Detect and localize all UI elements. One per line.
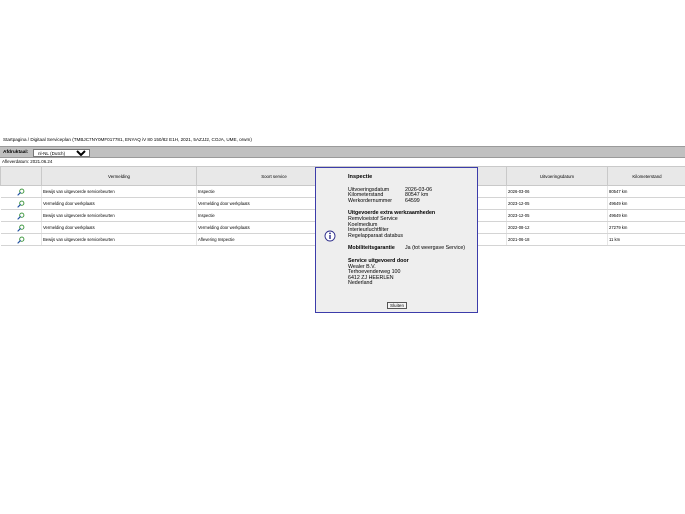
print-language-label: Afdruktaal: [3,150,29,155]
row-detail-cell[interactable] [0,209,42,222]
breadcrumb: Startpagina / Digitaal Serviceplan (TMBJ… [0,135,685,145]
row-uitvoeringsdatum: 2023-12-05 [506,209,608,222]
row-kilometerstand: 11 km [607,233,685,246]
popup-content: Inspectie Uitvoeringsdatum 2026-03-06 Kilo… [348,174,474,287]
popup-field-label: Werkordernummer [348,197,393,204]
print-language-toolbar: Afdruktaal: nl-NL (Dutch) [0,146,685,158]
row-kilometerstand: 49649 km [607,197,685,210]
row-detail-cell[interactable] [0,185,42,198]
row-kilometerstand: 49649 km [607,209,685,222]
popup-fields: Uitvoeringsdatum 2026-03-06 Kilometerstand… [348,187,474,205]
performed-by-line: Nederland [348,280,373,287]
close-button[interactable]: Sluiten [387,302,407,309]
row-vermelding: Vermelding door werkplaats [41,197,197,210]
row-detail-cell[interactable] [0,233,42,246]
header-vermelding: Vermelding [41,166,197,186]
header-icon-column [0,166,42,186]
service-detail-popup: Inspectie Uitvoeringsdatum 2026-03-06 Kilo… [315,167,478,313]
row-kilometerstand: 27279 km [607,221,685,234]
info-icon [324,230,336,242]
extra-work-list: Remvloeistof Service Koelmedium Interieurl… [348,216,474,239]
row-uitvoeringsdatum: 2023-12-05 [506,197,608,210]
magnifier-icon[interactable] [17,236,25,244]
mobility-guarantee-value: Ja (tot weergave Service) [405,245,466,252]
row-detail-cell[interactable] [0,197,42,210]
magnifier-icon[interactable] [17,212,25,220]
extra-work-item: Regelapparaat databus [348,232,404,239]
row-uitvoeringsdatum: 2021-06-18 [506,233,608,246]
mobility-guarantee-label: Mobiliteitsgarantie [348,245,395,252]
magnifier-icon[interactable] [17,200,25,208]
mobility-guarantee-row: Mobiliteitsgarantie Ja (tot weergave Ser… [348,246,474,252]
row-uitvoeringsdatum: 2026-03-06 [506,185,608,198]
print-language-select[interactable]: nl-NL (Dutch) [33,148,90,157]
performed-by-address: Wealer B.V. Terhoevenderweg 100 6412 ZJ HE… [348,264,474,287]
row-vermelding: Bewijs van uitgevoerde servicebeurten [41,185,197,198]
popup-title: Inspectie [348,174,373,180]
row-uitvoeringsdatum: 2022-08-12 [506,221,608,234]
row-vermelding: Bewijs van uitgevoerde servicebeurten [41,233,197,246]
row-vermelding: Vermelding door werkplaats [41,221,197,234]
magnifier-icon[interactable] [17,188,25,196]
row-vermelding: Bewijs van uitgevoerde servicebeurten [41,209,197,222]
header-uitvoeringsdatum: Uitvoeringsdatum [506,166,608,186]
magnifier-icon[interactable] [17,224,25,232]
popup-field-row: Werkordernummer 64599 [348,197,474,205]
row-detail-cell[interactable] [0,221,42,234]
header-kilometerstand: Kilometerstand [607,166,685,186]
popup-field-value: 64599 [405,197,420,204]
delivery-date: Afleverdatum: 2021.06.24 [2,159,53,164]
row-kilometerstand: 80547 km [607,185,685,198]
